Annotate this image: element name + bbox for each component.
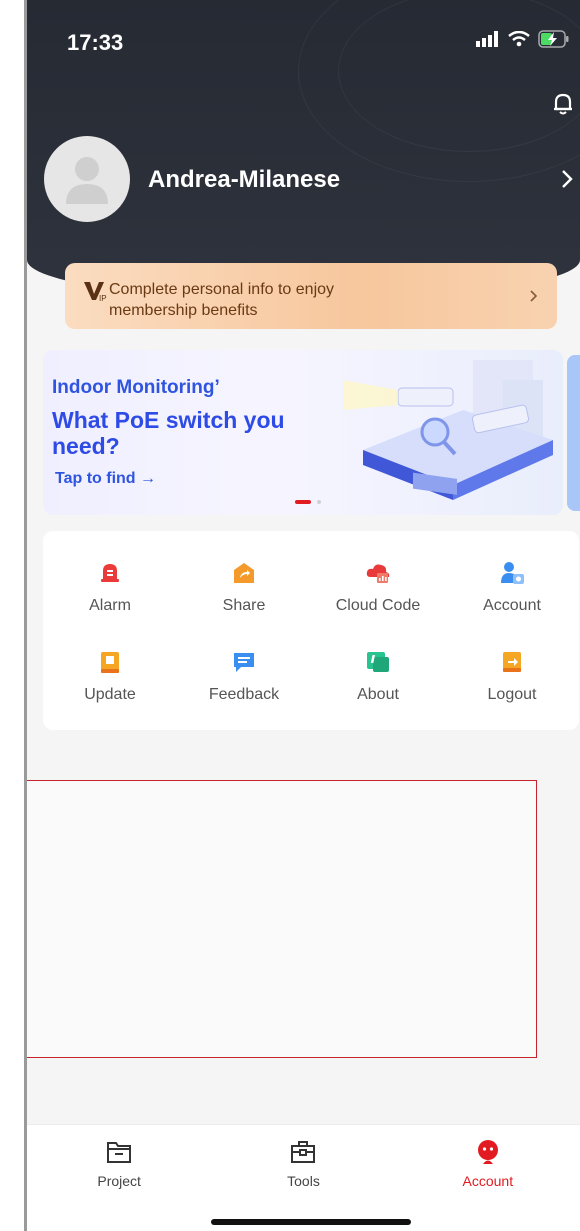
cloud-code-icon bbox=[366, 564, 390, 583]
vip-badge-icon: IP bbox=[84, 282, 107, 302]
svg-text:IP: IP bbox=[99, 294, 107, 302]
folder-icon bbox=[107, 1142, 132, 1163]
chevron-right-icon[interactable] bbox=[560, 168, 574, 190]
status-time: 17:33 bbox=[67, 30, 124, 55]
account-icon bbox=[501, 562, 524, 584]
menu-item-cloud-code[interactable]: Cloud Code bbox=[311, 545, 445, 634]
bell-icon[interactable] bbox=[552, 92, 574, 116]
menu-item-alarm[interactable]: Alarm bbox=[43, 545, 177, 634]
menu-item-account[interactable]: Account bbox=[445, 545, 579, 634]
pagination-dot[interactable] bbox=[317, 500, 321, 504]
menu-label: Update bbox=[84, 686, 136, 703]
share-icon bbox=[234, 563, 254, 583]
menu-item-share[interactable]: Share bbox=[177, 545, 311, 634]
menu-item-update[interactable]: Update bbox=[43, 634, 177, 723]
wifi-icon bbox=[508, 31, 530, 47]
banner-pagination bbox=[295, 500, 321, 504]
account-menu-grid: Alarm Share Cloud Code Account Update Fe… bbox=[43, 531, 579, 730]
membership-text: Complete personal info to enjoy membersh… bbox=[109, 281, 335, 319]
battery-charging-icon bbox=[538, 30, 569, 48]
feedback-icon bbox=[234, 653, 254, 672]
banner-title: What PoE switch you need? bbox=[52, 407, 285, 459]
account-screen: 17:33 Andrea-Milanese IP Complete person… bbox=[27, 0, 580, 1231]
menu-label: About bbox=[357, 686, 399, 703]
menu-label: Feedback bbox=[208, 686, 280, 703]
cellular-signal-icon bbox=[476, 31, 498, 47]
about-icon bbox=[367, 652, 389, 672]
menu-label: Logout bbox=[487, 686, 537, 703]
poe-switch-illustration bbox=[343, 360, 553, 500]
avatar[interactable] bbox=[44, 136, 130, 222]
menu-item-feedback[interactable]: Feedback bbox=[177, 634, 311, 723]
account-avatar-icon bbox=[477, 1140, 498, 1164]
tab-label: Tools bbox=[287, 1173, 320, 1189]
home-indicator[interactable] bbox=[211, 1219, 411, 1225]
bottom-tab-bar: Project Tools Account bbox=[27, 1124, 580, 1231]
chevron-right-icon bbox=[530, 290, 538, 302]
pagination-dot-active[interactable] bbox=[295, 500, 311, 504]
menu-item-about[interactable]: About bbox=[311, 634, 445, 723]
user-silhouette-icon bbox=[66, 157, 108, 204]
tab-label: Account bbox=[462, 1173, 514, 1189]
tab-account[interactable]: Account bbox=[396, 1125, 580, 1231]
promo-banner[interactable]: Indoor Monitoring’ What PoE switch you n… bbox=[43, 350, 563, 515]
menu-label: Cloud Code bbox=[335, 597, 421, 614]
menu-label: Account bbox=[483, 597, 541, 614]
membership-card[interactable]: IP Complete personal info to enjoy membe… bbox=[65, 263, 557, 329]
logout-icon bbox=[503, 652, 521, 672]
banner-subtitle: Indoor Monitoring’ bbox=[52, 377, 220, 398]
update-icon bbox=[101, 652, 119, 673]
tab-tools[interactable]: Tools bbox=[211, 1125, 395, 1231]
menu-label: Share bbox=[222, 597, 266, 614]
tab-project[interactable]: Project bbox=[27, 1125, 211, 1231]
blank-overlay-panel bbox=[27, 780, 537, 1058]
banner-cta[interactable]: Tap to find → bbox=[55, 470, 156, 488]
toolbox-icon bbox=[291, 1141, 316, 1163]
menu-label: Alarm bbox=[89, 597, 131, 614]
tab-label: Project bbox=[97, 1173, 141, 1189]
user-name[interactable]: Andrea-Milanese bbox=[148, 166, 340, 194]
status-icons bbox=[476, 30, 570, 48]
alarm-icon bbox=[101, 564, 119, 582]
menu-item-logout[interactable]: Logout bbox=[445, 634, 579, 723]
next-banner-peek[interactable] bbox=[567, 355, 580, 511]
